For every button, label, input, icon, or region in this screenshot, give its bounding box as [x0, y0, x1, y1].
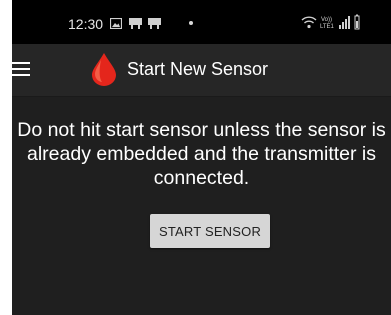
status-right-icons: Vo)) LTE1: [301, 14, 381, 30]
gallery-icon: [110, 18, 122, 29]
battery-icon: [354, 14, 360, 30]
wifi-icon: [301, 16, 317, 29]
notification-icon: [148, 18, 161, 29]
page-title: Start New Sensor: [127, 59, 269, 79]
status-bar: 12:30 Vo)) LTE1: [12, 0, 391, 44]
instruction-message: Do not hit start sensor unless the senso…: [17, 119, 386, 189]
svg-text:Vo)): Vo)): [321, 17, 332, 23]
blood-drop-icon: [92, 53, 116, 86]
status-time: 12:30: [68, 16, 104, 32]
menu-button[interactable]: [12, 58, 38, 80]
dot-icon: [189, 21, 193, 25]
app-bar: Start New Sensor: [12, 44, 391, 97]
svg-text:LTE1: LTE1: [320, 24, 335, 30]
notification-icon: [129, 18, 142, 29]
volte-lte-icon: Vo)) LTE1: [320, 17, 335, 30]
signal-icon: [339, 16, 350, 29]
hamburger-menu-icon[interactable]: [12, 58, 38, 80]
connectivity-icons: Vo)) LTE1: [301, 14, 360, 30]
start-sensor-button[interactable]: START SENSOR: [150, 214, 270, 248]
app-screen: 12:30 Vo)) LTE1 Start New Sensor Do not …: [12, 0, 391, 315]
